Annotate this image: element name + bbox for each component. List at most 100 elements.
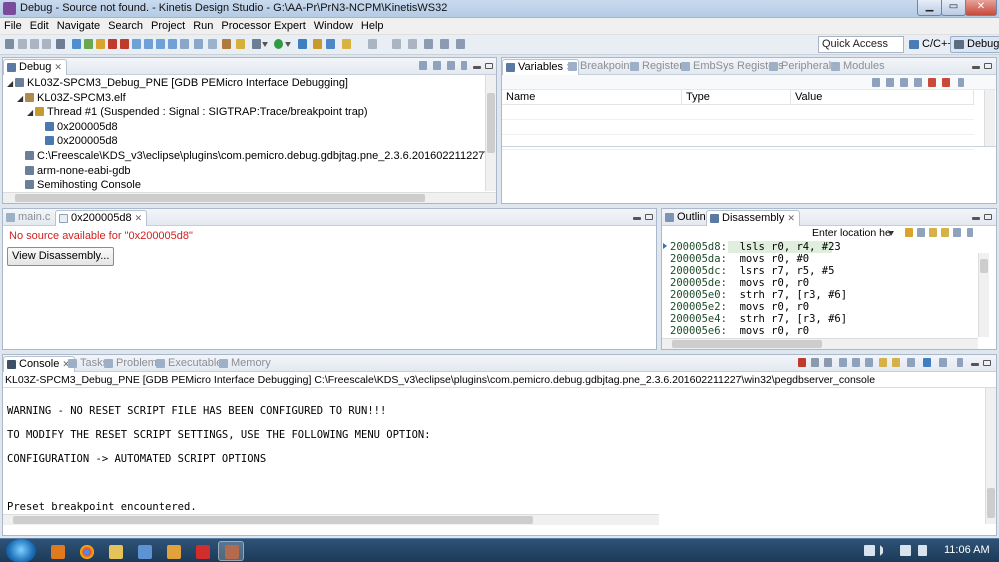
view-menu-icon[interactable] [957,358,963,367]
tree-item-gdbserver[interactable]: C:\Freescale\KDS_v3\eclipse\plugins\com.… [25,149,485,163]
taskbar-app[interactable] [131,541,157,561]
tab-debug[interactable]: Debug ✕ [3,59,67,75]
link-with-editor-icon[interactable] [917,228,925,237]
location-input[interactable]: Enter location he [812,227,900,240]
toggle-mark-icon[interactable] [368,39,377,49]
menu-file[interactable]: File [0,18,26,34]
variables-vertical-scrollbar[interactable] [984,90,995,146]
gear-icon[interactable] [252,39,261,49]
tab-memory[interactable]: Memory [216,356,275,372]
last-edit-icon[interactable] [456,39,465,49]
word-wrap-icon[interactable] [865,358,873,367]
save-icon[interactable] [18,39,27,49]
add-global-variables-icon[interactable] [914,78,922,87]
remove-launches-icon[interactable] [419,61,427,70]
external-tools-icon[interactable] [313,39,322,49]
print-icon[interactable] [42,39,51,49]
taskbar-outlook[interactable] [160,541,186,561]
home-icon[interactable] [905,228,913,237]
tree-item-launch[interactable]: ◢ KL03Z-SPCM3_Debug_PNE [GDB PEMicro Inte… [7,76,348,90]
processor-expert-icon[interactable] [222,39,231,49]
tree-item-semihosting[interactable]: Semihosting Console [25,178,141,192]
column-header-type[interactable]: Type [682,90,791,105]
disassembly-line[interactable]: 200005e0: strh r7, [r3, #6] [670,289,847,301]
show-on-stdout-icon[interactable] [879,358,887,367]
save-all-icon[interactable] [30,39,39,49]
close-icon[interactable]: ✕ [54,62,62,72]
menu-help[interactable]: Help [357,18,388,34]
show-on-stderr-icon[interactable] [892,358,900,367]
reset-icon[interactable] [194,39,203,49]
disassembly-line[interactable]: 200005dc: lsrs r7, r5, #5 [670,265,834,277]
step-filters-icon[interactable] [433,61,441,70]
menu-project[interactable]: Project [147,18,189,34]
maximize-view-icon[interactable] [983,360,991,366]
chevron-down-icon[interactable] [285,42,291,47]
remove-global-variables-icon[interactable] [928,78,936,87]
minimize-button[interactable]: ▁ [917,0,942,16]
disassembly-vertical-scrollbar[interactable] [978,253,989,337]
minimize-view-icon[interactable] [473,66,481,69]
back-icon[interactable] [424,39,433,49]
terminate-icon[interactable] [108,39,117,49]
open-console-icon[interactable] [939,358,947,367]
connect-icon[interactable] [447,61,455,70]
disassembly-line[interactable]: 200005da: movs r0, #0 [670,253,809,265]
maximize-view-icon[interactable] [645,214,653,220]
scrollbar-thumb[interactable] [13,516,533,524]
menu-run[interactable]: Run [189,18,217,34]
scrollbar-thumb[interactable] [672,340,822,348]
column-header-name[interactable]: Name [502,90,682,105]
menu-edit[interactable]: Edit [26,18,53,34]
disassembly-line[interactable]: 200005de: movs r0, r0 [670,277,809,289]
quick-access-input[interactable]: Quick Access [818,36,904,53]
action-center-icon[interactable] [900,545,911,556]
volume-icon[interactable] [918,545,927,556]
expand-twisty-icon[interactable]: ◢ [27,106,35,120]
step-return-icon[interactable] [156,39,165,49]
display-console-icon[interactable] [923,358,931,367]
pin-console-icon[interactable] [907,358,915,367]
next-annotation-icon[interactable] [392,39,401,49]
tab-modules[interactable]: Modules [828,59,889,75]
maximize-view-icon[interactable] [485,63,493,69]
tree-item-frame[interactable]: 0x200005d8 [45,120,118,134]
scroll-lock-icon[interactable] [852,358,860,367]
clear-console-icon[interactable] [839,358,847,367]
prev-annotation-icon[interactable] [408,39,417,49]
tree-item-elf[interactable]: ◢ KL03Z-SPCM3.elf [17,91,126,105]
tray-chevron-icon[interactable] [880,545,888,556]
build-icon[interactable] [56,39,65,49]
tab-main-c[interactable]: main.c [3,210,54,226]
debug-vertical-scrollbar[interactable] [485,75,496,191]
instruction-stepping-icon[interactable] [168,39,177,49]
windows-icon[interactable] [864,545,875,556]
view-menu-icon[interactable] [958,78,964,87]
debug-icon[interactable] [298,39,307,49]
step-over-icon[interactable] [144,39,153,49]
restart-icon[interactable] [180,39,189,49]
skip-breakpoints-icon[interactable] [72,39,81,49]
refresh-icon[interactable] [953,228,961,237]
suspend-icon[interactable] [96,39,105,49]
console-horizontal-scrollbar[interactable] [3,514,659,525]
memory-icon[interactable] [208,39,217,49]
close-icon[interactable]: ✕ [135,213,143,223]
step-into-icon[interactable] [132,39,141,49]
resume-icon[interactable] [84,39,93,49]
minimize-view-icon[interactable] [972,66,980,69]
console-vertical-scrollbar[interactable] [985,388,996,524]
disassembly-line[interactable]: 200005e2: movs r0, r0 [670,301,809,313]
clock[interactable]: 11:06 AM [944,544,990,556]
view-menu-icon[interactable] [967,228,973,237]
lightbulb-icon[interactable] [236,39,245,49]
minimize-view-icon[interactable] [971,363,979,366]
open-type-icon[interactable] [326,39,335,49]
maximize-view-icon[interactable] [984,63,992,69]
minimize-view-icon[interactable] [633,217,641,220]
chevron-down-icon[interactable] [262,42,268,47]
remove-launch-icon[interactable] [811,358,819,367]
expand-twisty-icon[interactable]: ◢ [17,92,25,106]
remove-all-terminated-icon[interactable] [824,358,832,367]
maximize-button[interactable]: ▭ [941,0,966,16]
